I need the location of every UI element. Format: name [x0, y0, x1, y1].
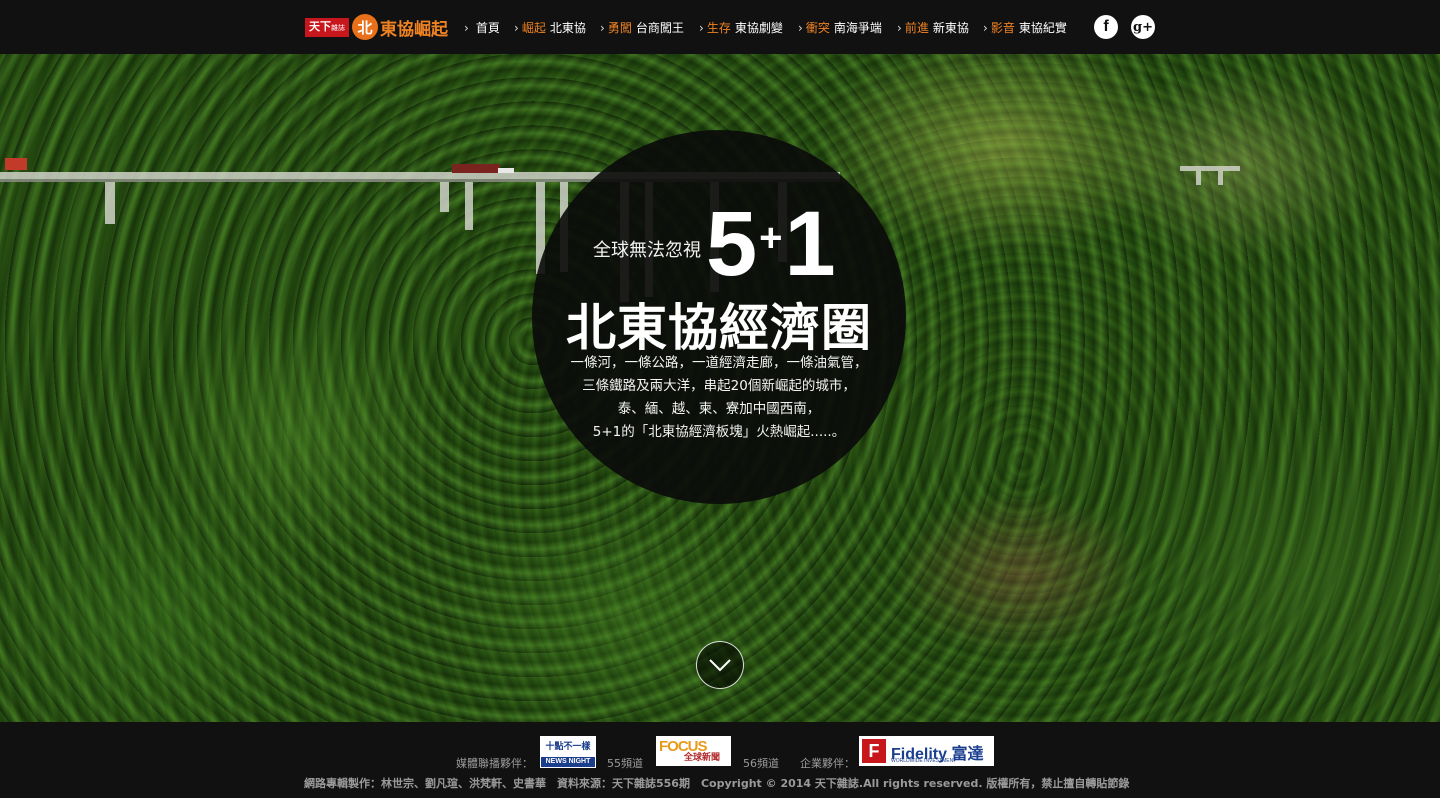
- top-navigation-bar: 天下雜誌 北 東協崛起 › 首頁 › 崛起 北東協 › 勇闖 台商闖王 › 生存 東協劇變 ›…: [0, 0, 1440, 54]
- chevron-right-icon: ›: [897, 21, 902, 35]
- footer: 媒體聯播夥伴： 十點不一樣 NEWS NIGHT 55頻道 FOCUS 全球新聞…: [0, 722, 1440, 798]
- nav-item-asean-change[interactable]: › 生存 東協劇變: [699, 19, 783, 36]
- hero-num-plus: +: [759, 216, 783, 260]
- newsnight-logo[interactable]: 十點不一樣 NEWS NIGHT: [540, 736, 596, 768]
- google-plus-icon[interactable]: g+: [1131, 15, 1155, 39]
- nav-label: 新東協: [932, 21, 969, 35]
- newsnight-top-text: 十點不一樣: [541, 737, 595, 757]
- site-logo[interactable]: 天下雜誌 北 東協崛起: [305, 9, 448, 45]
- nav-highlight: 崛起: [521, 21, 546, 35]
- focus-sub-text: 全球新聞: [684, 753, 721, 763]
- chevron-down-icon: [709, 659, 731, 672]
- corporate-partner-label: 企業夥伴：: [800, 757, 855, 770]
- nav-label: 東協紀實: [1018, 21, 1067, 35]
- commonwealth-logo: 天下雜誌: [305, 17, 349, 37]
- chevron-right-icon: ›: [600, 21, 605, 35]
- hero-num-five: 5: [706, 193, 758, 295]
- nav-highlight: 衝突: [805, 21, 830, 35]
- hero-five-plus-one: 5+1: [706, 198, 836, 290]
- hero-desc-line: 三條鐵路及兩大洋，串起20個新崛起的城市，: [582, 378, 856, 394]
- nav-highlight: 影音: [990, 21, 1015, 35]
- hero-title: 北東協經濟圈: [566, 299, 872, 357]
- site-title: 東協崛起: [380, 19, 448, 40]
- media-partner-label: 媒體聯播夥伴：: [456, 757, 533, 770]
- hero-desc-line: 5+1的「北東協經濟板塊」火熱崛起.....。: [592, 424, 846, 440]
- chevron-right-icon: ›: [798, 21, 803, 35]
- newsnight-bottom-text: NEWS NIGHT: [545, 758, 591, 765]
- chevron-right-icon: ›: [699, 21, 704, 35]
- nav-highlight: 生存: [706, 21, 731, 35]
- nav-label: 北東協: [549, 21, 586, 35]
- nav-item-new-asean[interactable]: › 前進 新東協: [897, 19, 969, 36]
- cw-small-text: 雜誌: [331, 23, 345, 32]
- nav-label: 東協劇變: [734, 21, 783, 35]
- hero-description: 一條河，一條公路，一道經濟走廊，一條油氣管， 三條鐵路及兩大洋，串起20個新崛起…: [532, 352, 906, 444]
- hero-desc-line: 泰、緬、越、柬、寮加中國西南，: [617, 401, 821, 417]
- channel-56-label: 56頻道: [743, 757, 779, 770]
- nav-item-north-asean[interactable]: › 崛起 北東協: [514, 19, 586, 36]
- nav-item-home[interactable]: › 首頁: [464, 19, 500, 36]
- scroll-down-button[interactable]: [696, 641, 744, 689]
- nav-highlight: 前進: [904, 21, 929, 35]
- nav-highlight: 勇闖: [607, 21, 632, 35]
- chevron-right-icon: ›: [514, 21, 519, 35]
- nav-label: 首頁: [475, 21, 500, 35]
- cw-brand-text: 天下: [309, 19, 331, 33]
- hero-num-one: 1: [784, 193, 836, 295]
- footer-credits: 網路專輯製作：林世宗、劉凡瑄、洪梵軒、史書華 資料來源：天下雜誌556期 Cop…: [304, 777, 1130, 790]
- fidelity-logo[interactable]: F Fidelity 富達 WORLDWIDE INVESTMENT: [859, 736, 994, 766]
- nav-item-documentary[interactable]: › 影音 東協紀實: [983, 19, 1067, 36]
- hero-desc-line: 一條河，一條公路，一道經濟走廊，一條油氣管，: [570, 355, 868, 371]
- nav-label: 台商闖王: [635, 21, 684, 35]
- fidelity-sub-text: WORLDWIDE INVESTMENT: [891, 758, 957, 764]
- channel-55-label: 55頻道: [607, 757, 643, 770]
- north-mark-icon: 北: [352, 14, 378, 40]
- nav-item-taishang[interactable]: › 勇闖 台商闖王: [600, 19, 684, 36]
- hero-section: 全球無法忽視 5+1 北東協經濟圈 一條河，一條公路，一道經濟走廊，一條油氣管，…: [0, 54, 1440, 722]
- facebook-icon[interactable]: f: [1094, 15, 1118, 39]
- nav-label: 南海爭端: [833, 21, 882, 35]
- focus-news-logo[interactable]: FOCUS 全球新聞: [656, 736, 731, 766]
- chevron-right-icon: ›: [983, 21, 988, 35]
- fidelity-mark-icon: F: [862, 739, 886, 763]
- hero-tagline: 全球無法忽視: [593, 240, 701, 261]
- chevron-right-icon: ›: [464, 21, 469, 35]
- nav-item-south-china-sea[interactable]: › 衝突 南海爭端: [798, 19, 882, 36]
